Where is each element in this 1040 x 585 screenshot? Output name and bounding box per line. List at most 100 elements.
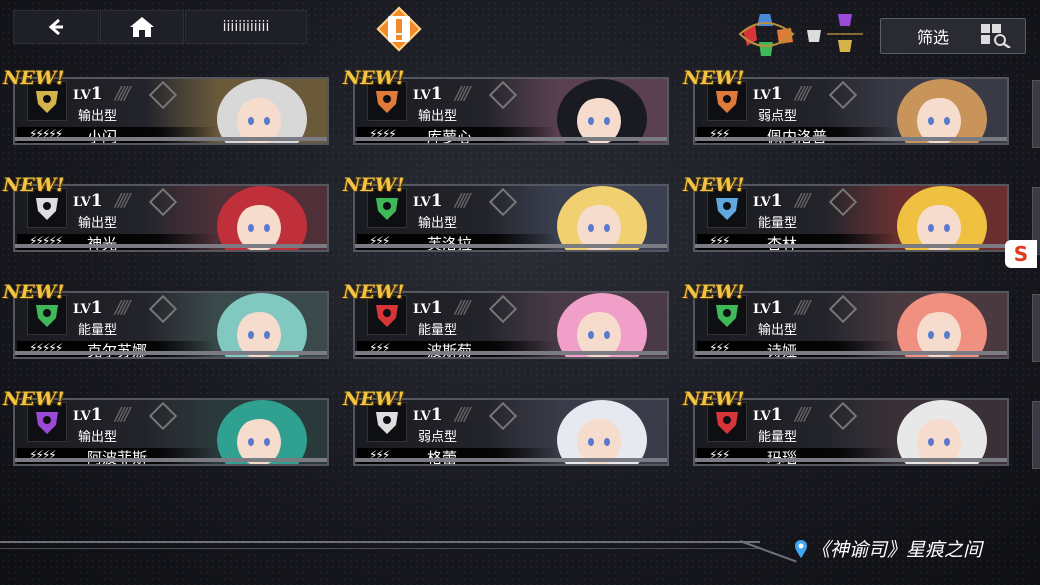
level-value: 1	[430, 298, 443, 318]
level-label: LV1	[413, 191, 443, 211]
location-pin-icon	[795, 539, 807, 558]
location-label: 《神谕司》星痕之间	[795, 535, 982, 562]
card-bottom-strip	[15, 351, 327, 355]
character-name: 阿波菲斯	[87, 447, 147, 464]
character-card[interactable]: LV1////输出型⚡⚡⚡⚡⚡小闪NEW!	[3, 67, 329, 145]
character-type: 输出型	[78, 430, 118, 445]
new-badge: NEW!	[3, 67, 65, 89]
character-card[interactable]: LV1////能量型⚡⚡⚡波斯菊NEW!	[343, 281, 669, 359]
character-type: 输出型	[758, 323, 798, 338]
character-card[interactable]: LV1////输出型⚡⚡⚡诗娅NEW!	[683, 281, 1009, 359]
character-name: 克尔苏娜	[87, 340, 147, 357]
level-prefix: LV	[413, 88, 431, 103]
level-prefix: LV	[753, 409, 771, 424]
card-bottom-strip	[15, 244, 327, 248]
character-card[interactable]: LV1////弱点型⚡⚡⚡格蕾NEW!	[343, 388, 669, 466]
rank-slashes: ////	[455, 190, 470, 211]
rank-slashes: ////	[795, 404, 810, 425]
level-prefix: LV	[73, 409, 91, 424]
back-button[interactable]	[13, 10, 99, 44]
rank-slashes: ////	[795, 190, 810, 211]
character-card[interactable]: LV1////弱点型⚡⚡⚡佩内洛普NEW!	[683, 67, 1009, 145]
new-badge: NEW!	[683, 174, 745, 196]
home-button[interactable]	[100, 10, 184, 44]
character-card[interactable]: LV1////能量型⚡⚡⚡杏林NEW!	[683, 174, 1009, 252]
new-badge: NEW!	[343, 67, 405, 89]
green-tree-icon	[759, 42, 773, 56]
gold-star-icon	[838, 40, 852, 52]
rank-slashes: ////	[455, 297, 470, 318]
level-value: 1	[90, 191, 103, 211]
filter-grid-search-icon	[981, 24, 1011, 48]
filter-button[interactable]: 筛选	[880, 18, 1026, 54]
card-bottom-strip	[355, 244, 667, 248]
character-type: 输出型	[418, 216, 458, 231]
level-value: 1	[770, 84, 783, 104]
level-prefix: LV	[73, 302, 91, 317]
new-badge: NEW!	[343, 281, 405, 303]
character-name: 佩内洛普	[767, 126, 827, 143]
new-badge: NEW!	[3, 388, 65, 410]
partial-card-edge[interactable]	[1032, 80, 1040, 148]
level-label: LV1	[73, 298, 103, 318]
rank-slashes: ////	[455, 83, 470, 104]
level-value: 1	[770, 191, 783, 211]
level-value: 1	[90, 84, 103, 104]
level-label: LV1	[413, 84, 443, 104]
character-name: 玛瑙	[767, 447, 797, 464]
character-card[interactable]: LV1////输出型⚡⚡⚡芙洛拉NEW!	[343, 174, 669, 252]
character-card[interactable]: LV1////能量型⚡⚡⚡⚡⚡克尔苏娜NEW!	[3, 281, 329, 359]
rank-slashes: ////	[115, 297, 130, 318]
level-value: 1	[430, 84, 443, 104]
level-label: LV1	[413, 405, 443, 425]
character-type: 弱点型	[758, 109, 798, 124]
character-type: 输出型	[78, 216, 118, 231]
rank-slashes: ////	[455, 404, 470, 425]
character-type: 弱点型	[418, 430, 458, 445]
card-bottom-strip	[695, 351, 1007, 355]
new-badge: NEW!	[343, 388, 405, 410]
card-bottom-strip	[15, 137, 327, 141]
character-name: 诗娅	[767, 340, 797, 357]
rank-slashes: ////	[115, 404, 130, 425]
level-label: LV1	[73, 84, 103, 104]
card-bottom-strip	[355, 458, 667, 462]
level-prefix: LV	[753, 302, 771, 317]
location-text: 《神谕司》星痕之间	[811, 539, 983, 561]
sogou-ime-icon[interactable]: S	[1005, 240, 1037, 268]
level-value: 1	[770, 405, 783, 425]
character-name: 格蕾	[427, 447, 457, 464]
back-arrow-icon	[48, 18, 63, 36]
card-bottom-strip	[355, 351, 667, 355]
character-name: 小闪	[87, 126, 117, 143]
footer-divider	[0, 541, 760, 543]
character-name: 波斯菊	[427, 340, 472, 357]
character-card[interactable]: LV1////输出型⚡⚡⚡⚡库萝心NEW!	[343, 67, 669, 145]
character-type: 能量型	[78, 323, 118, 338]
level-value: 1	[770, 298, 783, 318]
level-label: LV1	[753, 298, 783, 318]
partial-card-edge[interactable]	[1032, 294, 1040, 362]
character-card[interactable]: LV1////能量型⚡⚡⚡玛瑙NEW!	[683, 388, 1009, 466]
character-type: 能量型	[758, 216, 798, 231]
character-type: 能量型	[418, 323, 458, 338]
character-name: 杏林	[767, 233, 797, 250]
partial-card-edge[interactable]	[1032, 401, 1040, 469]
character-card[interactable]: LV1////输出型⚡⚡⚡⚡⚡神光NEW!	[3, 174, 329, 252]
level-prefix: LV	[413, 409, 431, 424]
level-value: 1	[90, 405, 103, 425]
level-prefix: LV	[753, 195, 771, 210]
level-label: LV1	[753, 191, 783, 211]
level-value: 1	[430, 405, 443, 425]
page-title: iiiiiiiiiiii	[185, 10, 307, 44]
attribute-filter-icons[interactable]	[735, 12, 870, 58]
notice-alert-icon[interactable]	[374, 4, 424, 54]
character-name: 神光	[87, 233, 117, 250]
card-bottom-strip	[695, 244, 1007, 248]
character-name: 库萝心	[427, 126, 472, 143]
new-badge: NEW!	[683, 388, 745, 410]
character-card[interactable]: LV1////输出型⚡⚡⚡⚡阿波菲斯NEW!	[3, 388, 329, 466]
card-bottom-strip	[695, 137, 1007, 141]
level-label: LV1	[73, 191, 103, 211]
rank-slashes: ////	[115, 83, 130, 104]
